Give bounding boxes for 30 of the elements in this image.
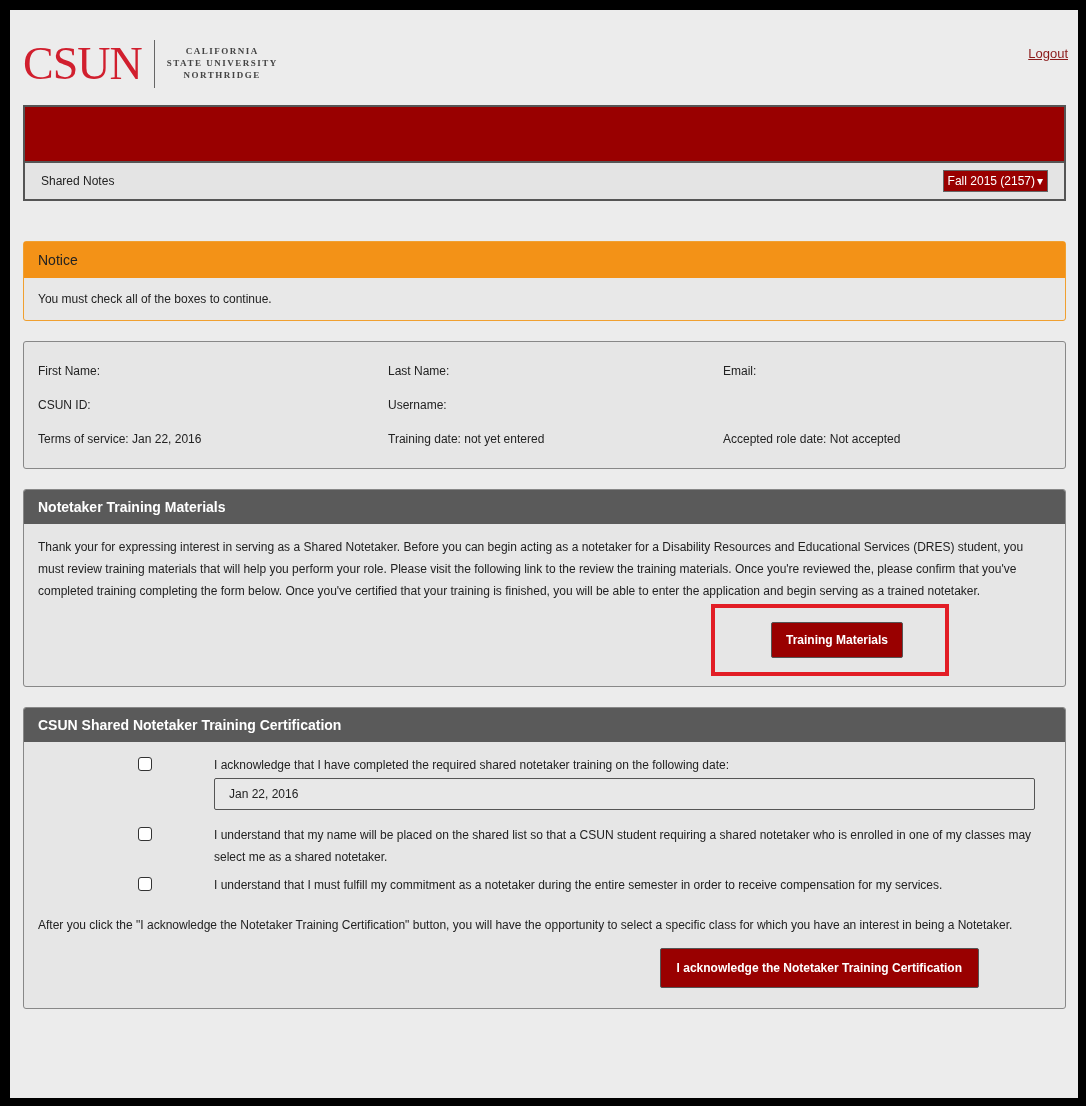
checkbox-label: I acknowledge that I have completed the required shared notetaker training on the following date: — [214, 757, 730, 774]
certification-note: After you click the "I acknowledge the Notetaker Training Certification" button, you will have the opportunity to select a specific class for which you have an interest in being a Notetaker. — [38, 917, 1014, 934]
logo-wordmark: CSUN — [23, 41, 142, 87]
profile-field: Terms of service: Jan 22, 2016 — [38, 432, 202, 446]
checkbox[interactable] — [138, 877, 152, 891]
profile-field: Username: — [388, 398, 447, 412]
logout-link[interactable]: Logout — [1028, 46, 1068, 61]
panel-title: CSUN Shared Notetaker Training Certification — [24, 708, 1065, 742]
logo-subtitle: STATE UNIVERSITY — [166, 58, 278, 70]
notice-title: Notice — [24, 242, 1065, 278]
profile-field: Accepted role date: Not accepted — [723, 432, 901, 446]
training-description: Thank your for expressing interest in serving as a Shared Notetaker. Before you can begin acting as a notetaker for a Disability Resources and Educational Services (DRES) student, you must review training materials that will help you perform your role. Please visit the following link to the review the training materials. Once you're reviewed the, please confirm that you've completed training completing the form below. Once you've certified that your training is finished, you will be able to enter the application and begin serving as a trained notetaker. — [38, 539, 1025, 600]
checkbox[interactable] — [138, 827, 152, 841]
profile-field: CSUN ID: — [38, 398, 91, 412]
logo-subtitle: NORTHRIDGE — [183, 69, 261, 82]
checkbox[interactable] — [138, 757, 152, 771]
profile-field: Last Name: — [388, 364, 450, 378]
checkbox-label: I understand that I must fulfill my commitment as a notetaker during the entire semester in order to receive compensation for my services. — [214, 877, 944, 894]
date-field[interactable]: Jan 22, 2016 — [214, 778, 1035, 810]
term-dropdown[interactable]: Fall 2015 (2157) ▾ — [942, 170, 1048, 192]
profile-field: Email: — [723, 364, 757, 378]
nav-title: Shared Notes — [41, 174, 115, 188]
profile-field: First Name: — [38, 364, 100, 378]
checkbox-label: I understand that my name will be placed on the shared list so that a CSUN student requiring a shared notetaker who is enrolled in one of my classes may select me as a shared notetaker. — [214, 827, 1033, 866]
training-materials-button[interactable]: Training Materials — [770, 622, 903, 658]
notice-message: You must check all of the boxes to continue. — [38, 292, 272, 306]
acknowledge-button[interactable]: I acknowledge the Notetaker Training Certification — [659, 948, 979, 988]
panel-title: Notetaker Training Materials — [24, 490, 1065, 524]
logo-subtitle: CALIFORNIA — [185, 46, 259, 59]
profile-field: Training date: not yet entered — [388, 432, 545, 446]
